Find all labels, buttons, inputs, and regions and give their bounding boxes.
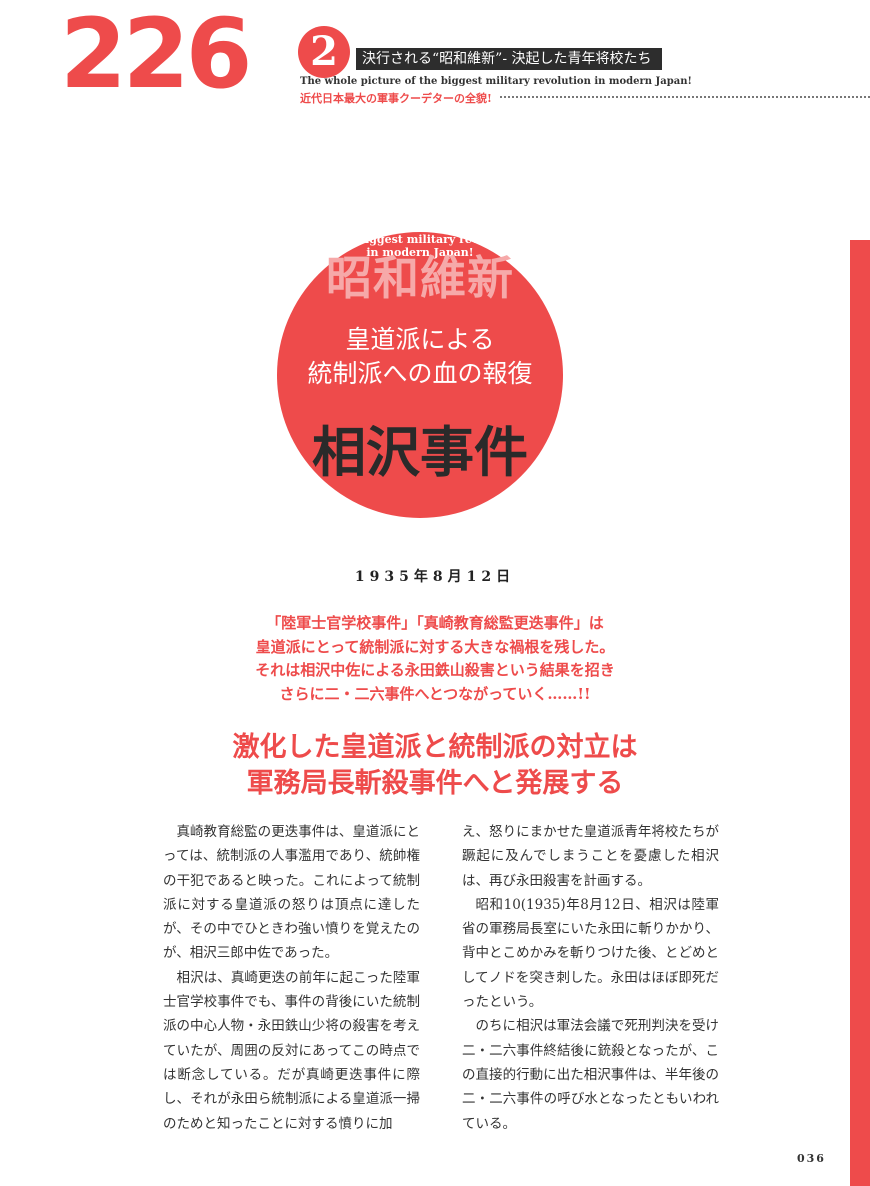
body-paragraph: 相沢は、真崎更迭の前年に起こった陸軍士官学校事件でも、事件の背後にいた統制派の中…: [163, 969, 420, 1132]
body-column-right: え、怒りにまかせた皇道派青年将校たちが蹶起に及んでしまうことを憂慮した相沢は、再…: [462, 820, 719, 1136]
japanese-subtitle: 近代日本最大の軍事クーデターの全貌!: [300, 92, 492, 105]
page-number: 036: [797, 1152, 826, 1165]
chapter-number: 226: [60, 0, 252, 110]
hero-showa-ishin: 昭和維新: [326, 251, 514, 305]
article-title: 相沢事件: [312, 420, 528, 484]
body-paragraph: のちに相沢は軍法会議で死刑判決を受け二・二六事件終結後に銃殺となったが、この直接…: [462, 1018, 719, 1132]
side-accent-bar: [850, 240, 870, 1186]
chapter-badge: 2: [298, 26, 350, 78]
series-title: 決行される“昭和維新”- 決起した青年将校たち: [356, 48, 662, 70]
dotted-divider: [500, 96, 870, 98]
body-column-left: 真崎教育総監の更迭事件は、皇道派にとっては、統制派の人事濫用であり、統帥権の干犯…: [163, 820, 420, 1136]
body-paragraph: え、怒りにまかせた皇道派青年将校たちが蹶起に及んでしまうことを憂慮した相沢は、再…: [462, 824, 719, 889]
body-paragraph: 真崎教育総監の更迭事件は、皇道派にとっては、統制派の人事濫用であり、統帥権の干犯…: [163, 824, 420, 962]
english-subtitle: The whole picture of the biggest militar…: [300, 76, 692, 87]
body-paragraph: 昭和10(1935)年8月12日、相沢は陸軍省の軍務局長室にいた永田に斬りかかり…: [462, 896, 719, 1011]
lead-paragraph: 「陸軍士官学校事件」「真崎教育総監更迭事件」は 皇道派にとって統制派に対する大きな…: [255, 614, 615, 703]
section-headline: 激化した皇道派と統制派の対立は 軍務局長斬殺事件へと発展する: [232, 732, 638, 799]
hero-subtitle: 皇道派による 統制派への血の報復: [307, 325, 533, 388]
incident-date: 1935年8月12日: [354, 569, 516, 585]
